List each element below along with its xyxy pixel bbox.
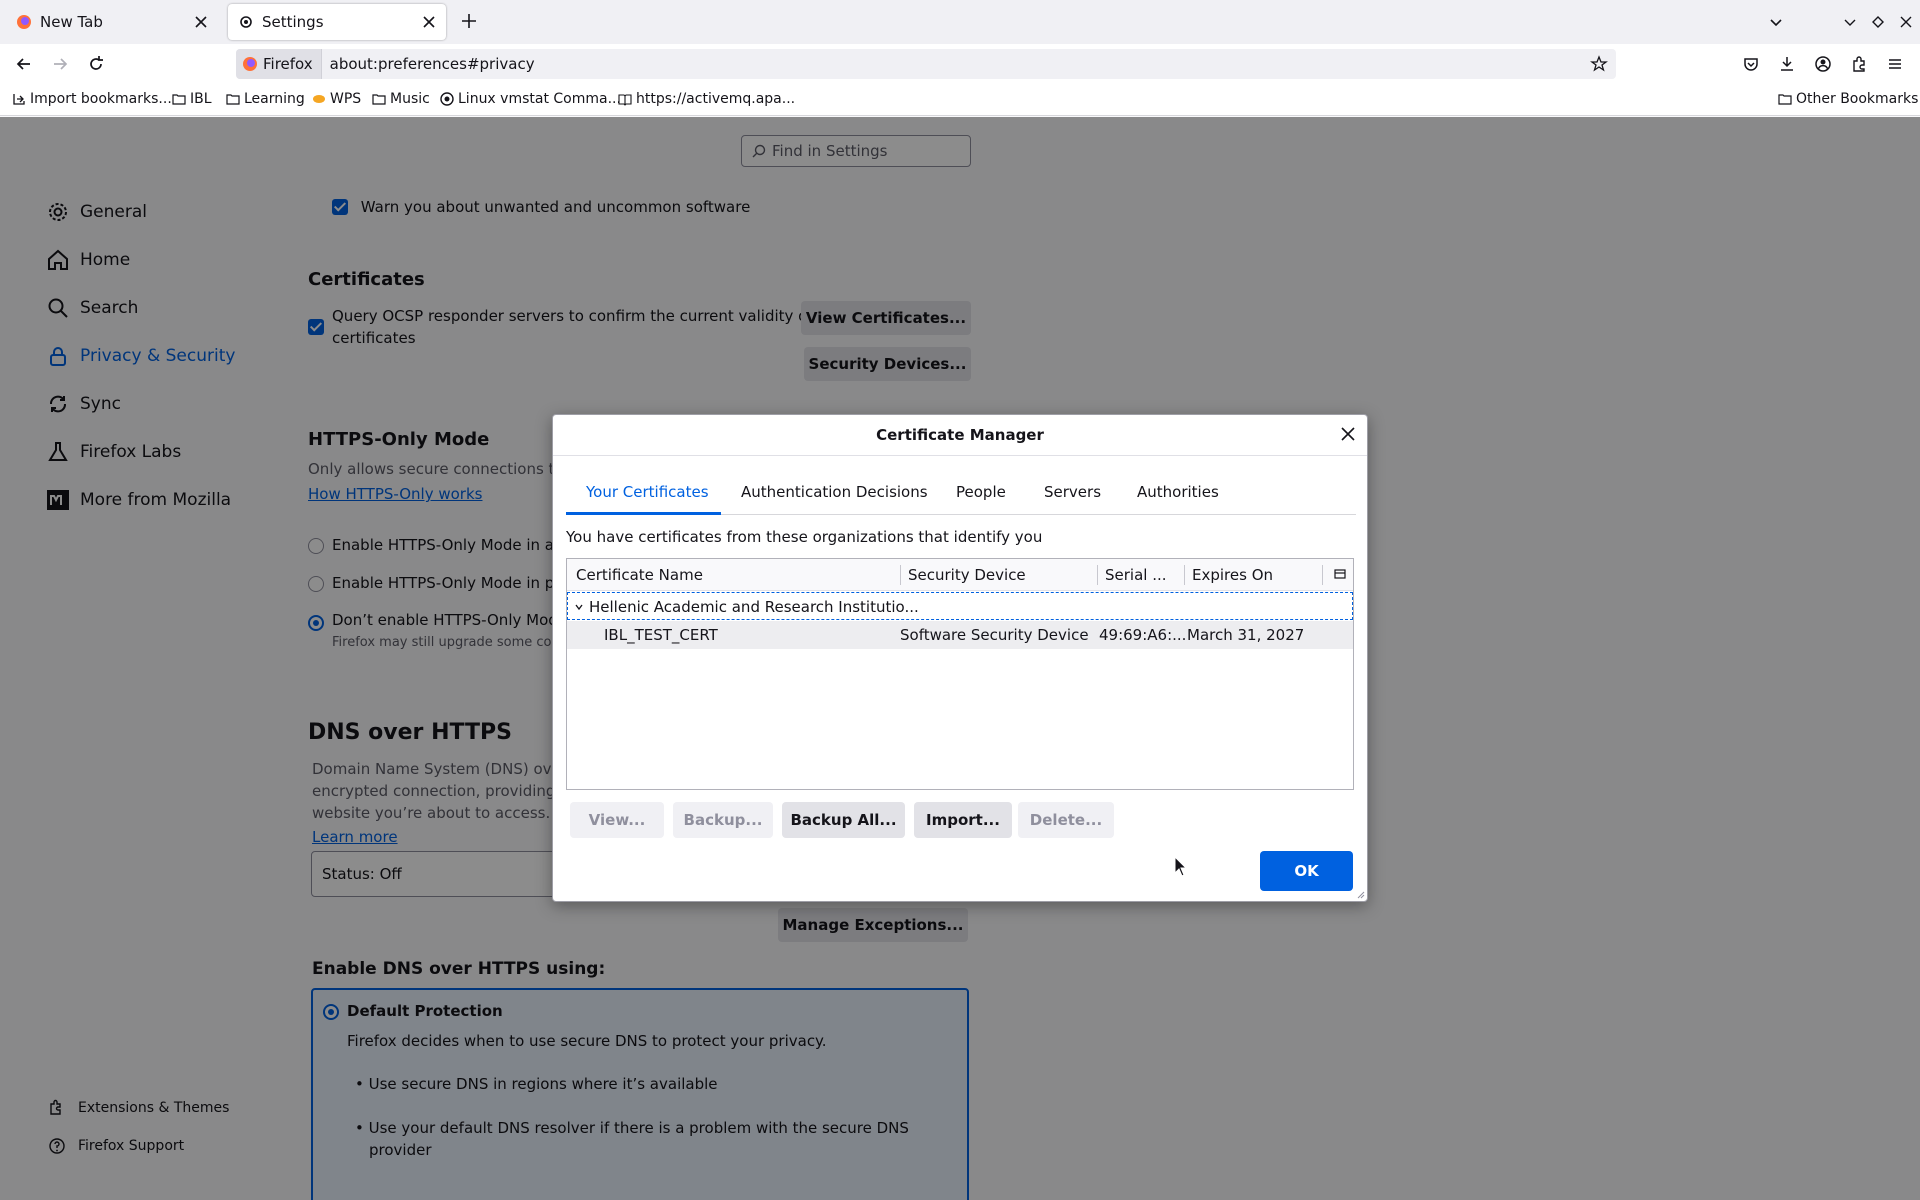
forward-arrow-icon[interactable] <box>50 54 70 74</box>
firefox-icon <box>17 15 31 29</box>
firefox-icon <box>243 57 257 71</box>
delete-button[interactable]: Delete... <box>1018 802 1114 838</box>
tree-header: Certificate Name Security Device Serial … <box>567 559 1353 591</box>
backup-button[interactable]: Backup... <box>673 802 773 838</box>
bookmarks-toolbar: Import bookmarks... IBL Learning WPS Mus… <box>0 84 1920 116</box>
ok-button[interactable]: OK <box>1260 851 1353 891</box>
bookmark-wps[interactable]: WPS <box>312 91 361 107</box>
close-tab-icon[interactable] <box>422 15 436 29</box>
identity-label: Firefox <box>263 55 313 73</box>
column-divider[interactable] <box>1097 565 1098 585</box>
group-name: Hellenic Academic and Research Instituti… <box>589 598 919 616</box>
certificate-tree[interactable]: Certificate Name Security Device Serial … <box>566 558 1354 790</box>
column-picker-icon[interactable] <box>1333 567 1347 581</box>
new-tab-plus-icon[interactable] <box>460 12 478 30</box>
column-security-device[interactable]: Security Device <box>908 566 1026 584</box>
bookmark-label: Music <box>390 91 430 107</box>
import-button[interactable]: Import... <box>914 802 1012 838</box>
bookmark-star-icon[interactable] <box>1590 55 1608 73</box>
bookmark-label: https://activemq.apa... <box>636 91 796 107</box>
tab-settings[interactable]: Settings <box>228 4 446 40</box>
hamburger-menu-icon[interactable] <box>1886 55 1904 73</box>
bookmark-learning[interactable]: Learning <box>226 91 305 107</box>
bookmark-music[interactable]: Music <box>372 91 430 107</box>
tab-authorities[interactable]: Authorities <box>1137 483 1219 501</box>
tree-group-row[interactable]: Hellenic Academic and Research Instituti… <box>567 592 1353 620</box>
certificate-manager-dialog: Certificate Manager Your Certificates Au… <box>552 414 1368 902</box>
url-bar[interactable]: Firefox about:preferences#privacy <box>236 49 1616 79</box>
tab-label: Settings <box>262 13 324 31</box>
dialog-title-separator <box>553 455 1367 456</box>
dialog-title: Certificate Manager <box>876 426 1044 444</box>
site-icon <box>440 92 454 106</box>
reload-icon[interactable] <box>86 54 106 74</box>
wps-icon <box>313 95 325 103</box>
column-divider[interactable] <box>1322 565 1323 585</box>
tab-authentication-decisions[interactable]: Authentication Decisions <box>741 483 928 501</box>
folder-icon <box>226 94 240 105</box>
downloads-icon[interactable] <box>1778 55 1796 73</box>
identity-box[interactable]: Firefox <box>236 49 322 79</box>
bookmark-label: Linux vmstat Comma... <box>458 91 621 107</box>
bookmark-ibl[interactable]: IBL <box>172 91 212 107</box>
folder-icon <box>372 94 386 105</box>
navigation-toolbar: Firefox about:preferences#privacy <box>0 44 1920 84</box>
bookmark-label: IBL <box>190 91 212 107</box>
minimize-icon[interactable] <box>1842 14 1858 30</box>
active-tab-indicator <box>566 512 721 515</box>
url-text[interactable]: about:preferences#privacy <box>330 55 535 73</box>
extensions-icon[interactable] <box>1850 55 1868 73</box>
cell-expires-on: March 31, 2027 <box>1187 626 1305 644</box>
bookmark-import[interactable]: Import bookmarks... <box>12 91 172 107</box>
tab-strip: New Tab Settings <box>0 0 1920 44</box>
tab-new-tab[interactable]: New Tab <box>6 4 218 40</box>
account-icon[interactable] <box>1814 55 1832 73</box>
bookmark-label: Import bookmarks... <box>30 91 172 107</box>
close-icon[interactable] <box>1339 425 1357 443</box>
bookmark-label: WPS <box>330 91 362 107</box>
tab-people[interactable]: People <box>956 483 1006 501</box>
book-icon <box>618 94 632 106</box>
maximize-icon[interactable] <box>1870 14 1886 30</box>
chevron-down-icon[interactable] <box>574 602 584 612</box>
tab-your-certificates[interactable]: Your Certificates <box>586 483 709 501</box>
back-arrow-icon[interactable] <box>14 54 34 74</box>
column-expires-on[interactable]: Expires On <box>1192 566 1273 584</box>
column-certificate-name[interactable]: Certificate Name <box>576 566 703 584</box>
cell-security-device: Software Security Device <box>900 626 1089 644</box>
cell-serial: 49:69:A6:... <box>1099 626 1187 644</box>
cell-certificate-name: IBL_TEST_CERT <box>604 626 718 644</box>
bookmark-label: Other Bookmarks <box>1796 91 1919 107</box>
tab-label: New Tab <box>40 13 103 31</box>
bookmark-label: Learning <box>244 91 305 107</box>
mouse-cursor-icon <box>1174 856 1188 877</box>
other-bookmarks[interactable]: Other Bookmarks <box>1778 91 1918 107</box>
column-serial[interactable]: Serial ... <box>1105 566 1167 584</box>
tab-servers[interactable]: Servers <box>1044 483 1101 501</box>
column-divider[interactable] <box>1184 565 1185 585</box>
table-row[interactable]: IBL_TEST_CERT Software Security Device 4… <box>567 621 1353 649</box>
bookmark-linux-vmstat[interactable]: Linux vmstat Comma... <box>440 91 621 107</box>
folder-icon <box>172 94 186 105</box>
import-icon <box>13 94 25 105</box>
dialog-intro-text: You have certificates from these organiz… <box>566 528 1043 546</box>
resize-grip-icon[interactable] <box>1355 889 1365 899</box>
bookmark-activemq[interactable]: https://activemq.apa... <box>618 91 795 107</box>
close-window-icon[interactable] <box>1898 14 1914 30</box>
backup-all-button[interactable]: Backup All... <box>782 802 905 838</box>
list-all-tabs-icon[interactable] <box>1768 14 1784 30</box>
gear-icon <box>240 16 252 28</box>
close-tab-icon[interactable] <box>194 15 208 29</box>
folder-icon <box>1778 94 1792 105</box>
pocket-icon[interactable] <box>1742 55 1760 73</box>
column-divider[interactable] <box>900 565 901 585</box>
view-button[interactable]: View... <box>570 802 664 838</box>
